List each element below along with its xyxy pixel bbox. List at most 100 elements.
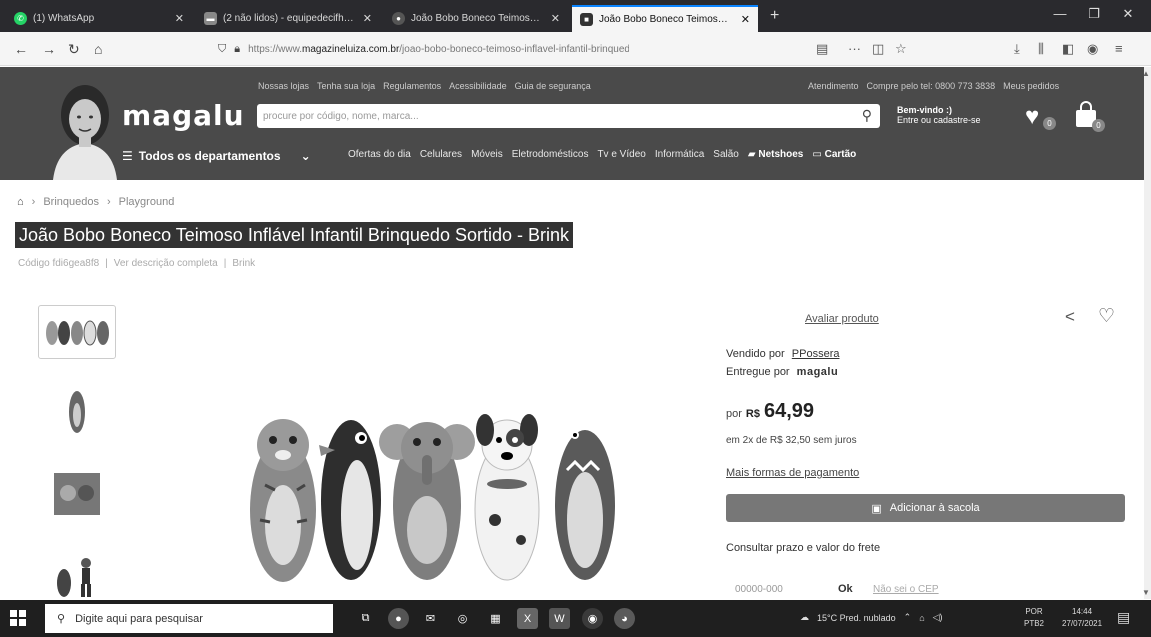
tab-whatsapp[interactable]: ✆ (1) WhatsApp ✕ [6,5,192,32]
mail-icon[interactable]: ✉ [420,608,441,629]
scroll-down-icon[interactable]: ▼ [1142,588,1150,597]
seller-link[interactable]: PPossera [792,348,840,360]
breadcrumb-playground[interactable]: Playground [119,196,175,208]
tab-product-active[interactable]: ■ João Bobo Boneco Teimoso Inf ✕ [572,5,758,32]
link-phone[interactable]: Compre pelo tel: 0800 773 3838 [867,81,996,91]
delivered-by: Entregue por magalu [726,366,838,378]
chrome-icon[interactable]: ◉ [582,608,603,629]
network-icon[interactable]: ⌂ [919,613,924,623]
clock-time: 14:44 [1072,607,1093,616]
nav-salon[interactable]: Salão [713,149,739,160]
tab-email[interactable]: ▬ (2 não lidos) - equipedecifhyun ✕ [196,5,380,32]
welcome-text: Bem-vindo :) [897,105,952,115]
firefox-icon[interactable]: ● [388,608,409,629]
link-your-store[interactable]: Tenha sua loja [317,81,375,91]
window-close-icon[interactable]: ✕ [1114,6,1142,22]
new-tab-icon[interactable]: + [770,7,779,25]
wishlist-heart-icon[interactable]: ♥ 0 [1025,103,1056,131]
nav-offers[interactable]: Ofertas do dia [348,149,411,160]
tab-product[interactable]: ● João Bobo Boneco Teimoso Inf ✕ [384,5,568,32]
search-input[interactable]: procure por código, nome, marca... ⚲ [257,104,880,128]
nav-netshoes[interactable]: ▰ Netshoes [748,149,804,160]
search-icon[interactable]: ⚲ [862,107,872,124]
signup-text: Entre ou cadastre-se [897,115,981,125]
add-to-bag-button[interactable]: ▣ Adicionar à sacola [726,494,1125,522]
cartao-label: Cartão [824,149,857,160]
task-view-icon[interactable]: ⧉ [355,608,376,629]
breadcrumb-toys[interactable]: Brinquedos [43,196,99,208]
sidebar-icon[interactable]: ◧ [1062,41,1074,57]
home-icon[interactable]: ⌂ [94,41,102,57]
more-payment-options-link[interactable]: Mais formas de pagamento [726,467,859,479]
home-icon[interactable]: ⌂ [17,196,24,208]
freight-label: Consultar prazo e valor do frete [726,542,881,554]
favorite-heart-icon[interactable]: ♡ [1098,305,1115,328]
url-bar[interactable]: ⛉ 🔒︎ https://www. magazineluiza.com.br/jo… [208,37,908,61]
menu-icon[interactable]: ≡ [1115,41,1123,56]
login-prompt[interactable]: Bem-vindo :) Entre ou cadastre-se [897,105,981,125]
firefox-active-icon[interactable]: ◕ [614,608,635,629]
thumbnail-1[interactable] [38,305,116,359]
reload-icon[interactable]: ↻ [68,41,80,58]
link-support[interactable]: Atendimento [808,81,859,91]
pocket-icon[interactable]: ◫ [872,41,884,57]
excel-icon[interactable]: X [517,608,538,629]
close-icon[interactable]: ✕ [551,12,560,25]
nav-computers[interactable]: Informática [655,149,704,160]
taskbar-search-input[interactable]: ⚲ Digite aqui para pesquisar [45,604,333,633]
windows-start-icon[interactable] [10,610,26,626]
page-scrollbar[interactable] [1144,67,1151,599]
nav-tv-video[interactable]: Tv e Vídeo [597,149,645,160]
account-icon[interactable]: ◉ [1087,41,1098,57]
link-safety-guide[interactable]: Guia de segurança [515,81,591,91]
close-icon[interactable]: ✕ [741,13,750,26]
full-description-link[interactable]: Ver descrição completa [114,258,218,269]
nav-appliances[interactable]: Eletrodomésticos [512,149,589,160]
departments-label: Todos os departamentos [138,149,281,163]
all-departments-button[interactable]: ☰ Todos os departamentos ⌄ [122,149,311,163]
bookmark-star-icon[interactable]: ☆ [895,41,907,57]
link-my-orders[interactable]: Meus pedidos [1003,81,1059,91]
brand-link[interactable]: Brink [232,258,255,269]
magalu-logo[interactable]: magalu [122,99,245,132]
reader-icon[interactable]: ▤ [816,41,828,57]
language-indicator[interactable]: POR PTB2 [1024,606,1044,630]
download-icon[interactable]: ⤓ [1014,41,1020,57]
store-icon[interactable]: ▦ [485,608,506,629]
link-accessibility[interactable]: Acessibilidade [449,81,507,91]
scroll-up-icon[interactable]: ▲ [1142,69,1150,78]
close-icon[interactable]: ✕ [175,12,184,25]
rate-product-link[interactable]: Avaliar produto [805,313,879,325]
weather-text[interactable]: 15°C Pred. nublado [817,613,896,623]
edge-icon[interactable]: ◎ [452,608,473,629]
price-prefix: por [726,408,742,420]
link-regulations[interactable]: Regulamentos [383,81,441,91]
back-icon[interactable]: ← [14,41,28,57]
volume-icon[interactable]: ◁) [933,612,943,623]
thumbnail-3[interactable] [38,467,116,521]
forward-icon[interactable]: → [42,41,56,57]
penguin-toy [319,420,381,580]
tray-chevron-icon[interactable]: ⌃ [904,612,912,623]
browser-toolbar: ← → ↻ ⌂ ⛉ 🔒︎ https://www. magazineluiza.c… [0,32,1151,66]
nav-furniture[interactable]: Móveis [471,149,503,160]
notification-icon[interactable]: ▤ [1117,609,1130,626]
minimize-icon[interactable]: — [1046,6,1074,21]
share-icon[interactable]: < [1065,307,1075,327]
word-icon[interactable]: W [549,608,570,629]
close-icon[interactable]: ✕ [363,12,372,25]
nav-phones[interactable]: Celulares [420,149,462,160]
maximize-icon[interactable]: ❐ [1080,6,1108,22]
dont-know-cep-link[interactable]: Não sei o CEP [873,584,939,595]
product-title: João Bobo Boneco Teimoso Inflável Infant… [15,222,573,248]
cep-input[interactable]: 00000-000 [735,584,783,595]
thumbnail-4[interactable] [38,549,116,603]
library-icon[interactable]: ⫼ [1038,41,1044,57]
sold-by: Vendido por PPossera [726,348,839,360]
clock[interactable]: 14:44 27/07/2021 [1062,606,1102,630]
link-our-stores[interactable]: Nossas lojas [258,81,309,91]
more-actions-icon[interactable]: ··· [848,41,861,56]
thumbnail-2[interactable] [38,385,116,439]
nav-cartao[interactable]: ▭ Cartão [812,149,856,160]
cep-ok-button[interactable]: Ok [838,583,853,595]
